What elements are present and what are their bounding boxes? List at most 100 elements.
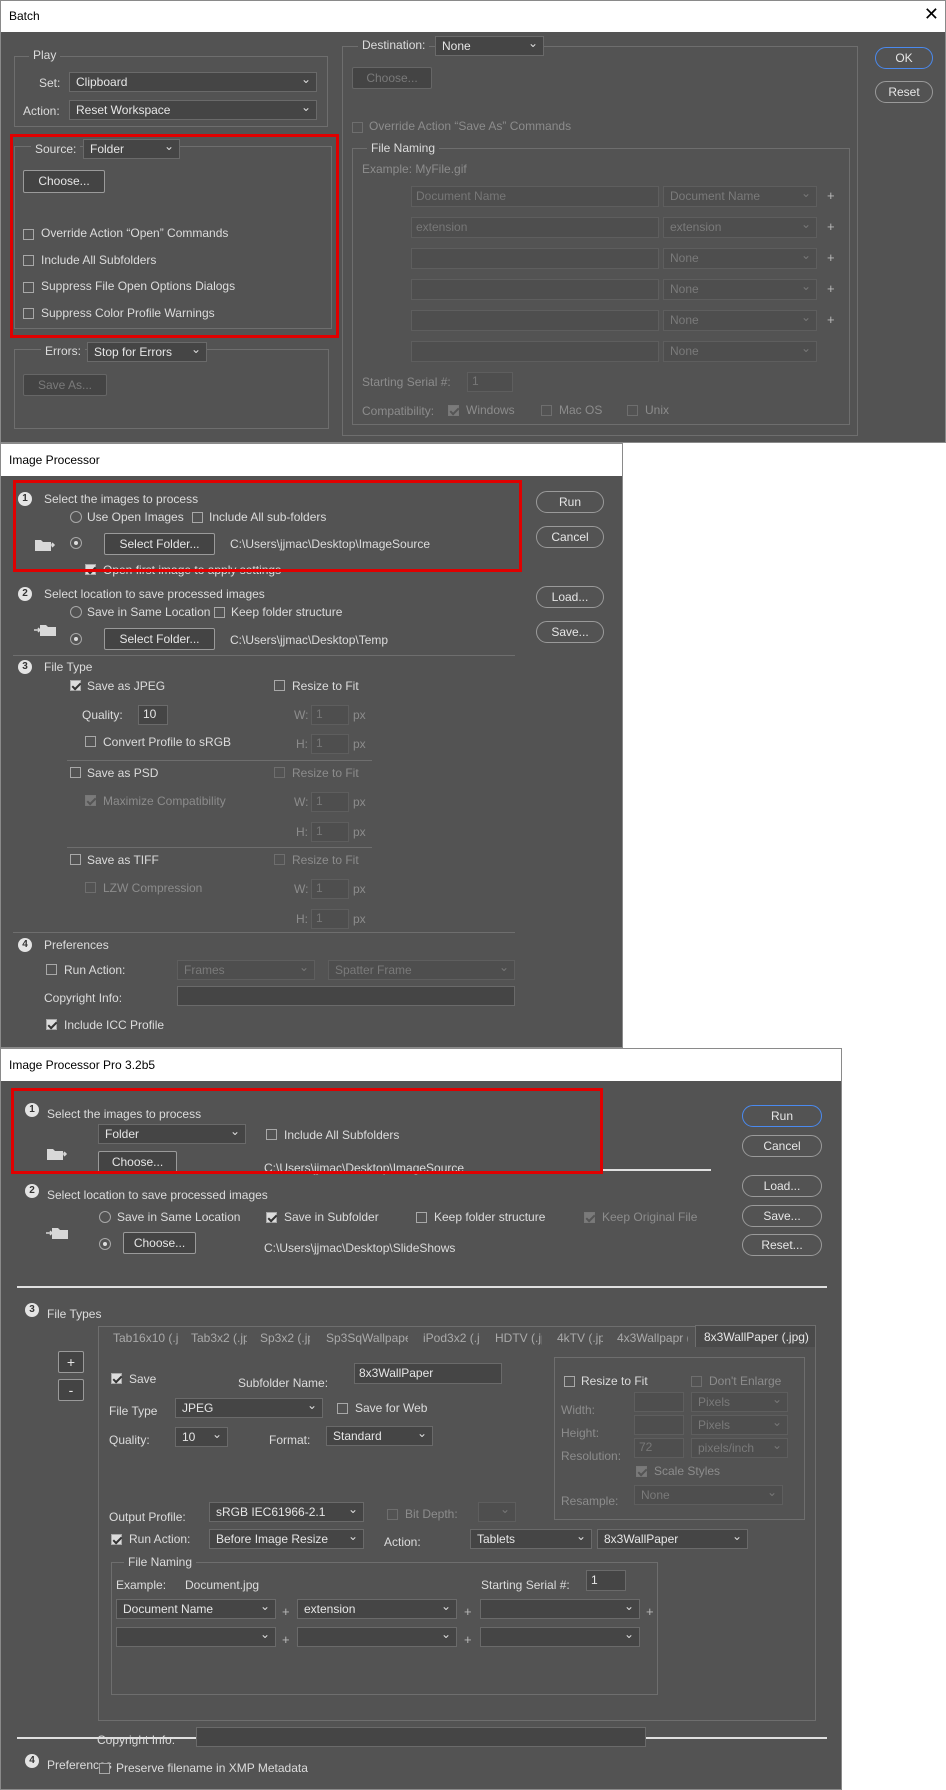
ipp-naming-select[interactable] (480, 1599, 640, 1619)
jpeg-h-input[interactable]: 1 (311, 734, 349, 754)
psd-h-input[interactable]: 1 (311, 822, 349, 842)
naming-text-1[interactable]: Document Name (411, 186, 659, 207)
quality-input[interactable]: 10 (138, 705, 168, 725)
ok-button[interactable]: OK (875, 47, 933, 69)
ipp-naming-select[interactable]: extension (297, 1599, 457, 1619)
jpeg-resize-checkbox[interactable] (274, 680, 285, 691)
tab-file-type[interactable]: 4kTV (.jpg (557, 1327, 603, 1349)
naming-select-6[interactable]: None (663, 341, 817, 362)
naming-select-5[interactable]: None (663, 310, 817, 331)
bit-depth-select[interactable] (478, 1502, 516, 1522)
height-unit-select[interactable]: Pixels (691, 1415, 788, 1435)
width-unit-select[interactable]: Pixels (691, 1392, 788, 1412)
maximize-compat-checkbox[interactable] (85, 795, 96, 806)
ipp-run-button[interactable]: Run (742, 1105, 822, 1127)
ipp-run-action-checkbox[interactable] (111, 1534, 122, 1545)
naming-text-2[interactable]: extension (411, 217, 659, 238)
naming-select-4[interactable]: None (663, 279, 817, 300)
ipp-reset-button[interactable]: Reset... (742, 1234, 822, 1256)
keep-structure-checkbox[interactable] (214, 607, 225, 618)
bit-depth-checkbox[interactable] (387, 1509, 398, 1520)
tab-file-type[interactable]: Sp3SqWallpaper ( (326, 1327, 408, 1349)
tiff-w-input[interactable]: 1 (311, 879, 349, 899)
macos-checkbox[interactable] (541, 405, 552, 416)
tab-file-type[interactable]: HDTV (.jp (495, 1327, 542, 1349)
naming-select-1[interactable]: Document Name (663, 186, 817, 207)
tab-file-type[interactable]: iPod3x2 (.jp (423, 1327, 480, 1349)
resolution-input[interactable]: 72 (634, 1438, 684, 1458)
convert-srgb-checkbox[interactable] (85, 736, 96, 747)
unix-checkbox[interactable] (627, 405, 638, 416)
psd-w-input[interactable]: 1 (311, 792, 349, 812)
naming-select-3[interactable]: None (663, 248, 817, 269)
height-input[interactable] (634, 1415, 684, 1435)
jpeg-w-input[interactable]: 1 (311, 705, 349, 725)
ipp-serial-input[interactable]: 1 (586, 1570, 626, 1591)
naming-select-2[interactable]: extension (663, 217, 817, 238)
ipp-naming-select[interactable] (480, 1627, 640, 1647)
lzw-checkbox[interactable] (85, 882, 96, 893)
override-save-checkbox[interactable] (352, 122, 363, 133)
errors-save-as-button[interactable]: Save As... (23, 374, 107, 396)
tab-file-type[interactable]: Tab3x2 (.jp (191, 1327, 247, 1349)
ip-dest-folder-button[interactable]: Select Folder... (104, 628, 215, 650)
ip-action-select[interactable]: Spatter Frame (328, 960, 515, 980)
ipp-load-button[interactable]: Load... (742, 1175, 822, 1197)
tab-file-type[interactable]: Tab16x10 (.j (113, 1327, 179, 1349)
tab-file-type[interactable]: Sp3x2 (.jp (260, 1327, 310, 1349)
ipp-naming-select[interactable] (297, 1627, 457, 1647)
dont-enlarge-checkbox[interactable] (691, 1376, 702, 1387)
subfolder-name-input[interactable]: 8x3WallPaper (354, 1363, 502, 1384)
destination-select[interactable]: None (435, 36, 544, 56)
tab-file-type[interactable]: 4x3Wallpapr (. (617, 1327, 688, 1349)
preserve-filename-checkbox[interactable] (99, 1763, 110, 1774)
naming-text-5[interactable] (411, 310, 659, 331)
ip-load-button[interactable]: Load... (536, 586, 604, 608)
destination-choose-button[interactable]: Choose... (352, 67, 432, 89)
save-for-web-checkbox[interactable] (337, 1403, 348, 1414)
ipp-save-checkbox[interactable] (111, 1373, 122, 1384)
ip-copyright-input[interactable] (177, 986, 515, 1006)
naming-text-4[interactable] (411, 279, 659, 300)
set-select[interactable]: Clipboard (69, 72, 317, 92)
scale-styles-checkbox[interactable] (636, 1466, 647, 1477)
width-input[interactable] (634, 1392, 684, 1412)
close-icon[interactable]: ✕ (924, 5, 939, 23)
naming-text-6[interactable] (411, 341, 659, 362)
ipp-naming-select[interactable]: Document Name (116, 1599, 276, 1619)
ipp-quality-select[interactable]: 10 (175, 1427, 228, 1447)
include-icc-checkbox[interactable] (46, 1019, 57, 1030)
ipp-action-select[interactable]: 8x3WallPaper (597, 1529, 748, 1549)
save-tiff-checkbox[interactable] (70, 854, 81, 865)
ipp-dest-choose-button[interactable]: Choose... (123, 1232, 196, 1254)
ipp-naming-select[interactable] (116, 1627, 276, 1647)
ipp-cancel-button[interactable]: Cancel (742, 1135, 822, 1157)
tiff-h-input[interactable]: 1 (311, 909, 349, 929)
tiff-resize-checkbox[interactable] (274, 854, 285, 865)
ipp-same-location-radio[interactable] (99, 1211, 111, 1223)
format-select[interactable]: Standard (326, 1426, 433, 1446)
action-select[interactable]: Reset Workspace (69, 100, 317, 120)
ipp-copyright-input[interactable] (196, 1727, 646, 1747)
naming-text-3[interactable] (411, 248, 659, 269)
psd-resize-checkbox[interactable] (274, 767, 285, 778)
tab-file-type-active[interactable]: 8x3WallPaper (.jpg) (695, 1325, 816, 1347)
run-when-select[interactable]: Before Image Resize (209, 1529, 364, 1549)
ipp-keep-original-checkbox[interactable] (584, 1212, 595, 1223)
ipp-action-set-select[interactable]: Tablets (470, 1529, 592, 1549)
resample-select[interactable]: None (634, 1485, 783, 1505)
ipp-resize-checkbox[interactable] (564, 1376, 575, 1387)
ipp-keep-structure-checkbox[interactable] (416, 1212, 427, 1223)
ip-run-action-checkbox[interactable] (46, 964, 57, 975)
save-psd-checkbox[interactable] (70, 767, 81, 778)
ipp-save-subfolder-checkbox[interactable] (266, 1212, 277, 1223)
file-type-select[interactable]: JPEG (175, 1398, 323, 1418)
ip-action-set-select[interactable]: Frames (177, 960, 315, 980)
resolution-unit-select[interactable]: pixels/inch (691, 1438, 788, 1458)
select-dest-folder-radio[interactable] (70, 633, 82, 645)
ip-save-button[interactable]: Save... (536, 621, 604, 643)
ipp-choose-dest-radio[interactable] (99, 1238, 111, 1250)
output-profile-select[interactable]: sRGB IEC61966-2.1 (209, 1502, 364, 1522)
ipp-save-button[interactable]: Save... (742, 1205, 822, 1227)
save-same-location-radio[interactable] (70, 606, 82, 618)
